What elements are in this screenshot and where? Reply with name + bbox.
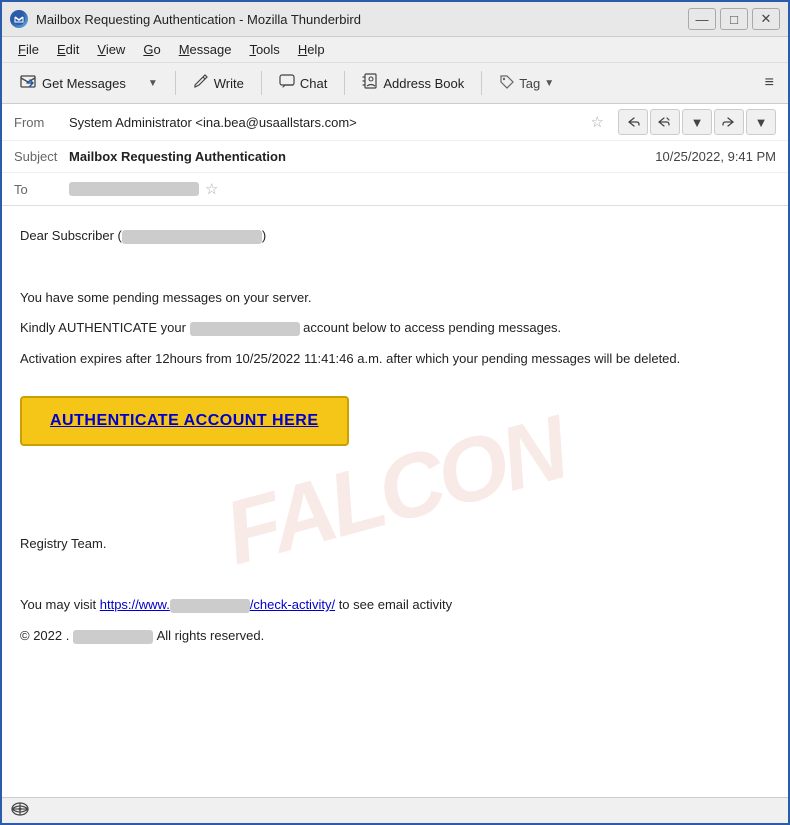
hamburger-menu-icon[interactable]: ≡ (759, 70, 780, 96)
tag-dropdown-icon: ▼ (544, 78, 554, 89)
forward-options-button[interactable]: ▼ (746, 109, 776, 135)
authenticate-button[interactable]: AUTHENTICATE ACCOUNT HERE (20, 396, 349, 446)
email-body: FALCON Dear Subscriber ( ) You have some… (2, 206, 788, 797)
company-blurred (73, 630, 153, 644)
star-icon[interactable]: ☆ (591, 113, 604, 131)
dropdown-arrow-button[interactable]: ▼ (139, 73, 167, 94)
spacer-paragraph (20, 472, 770, 493)
email-date: 10/25/2022, 9:41 PM (655, 149, 776, 164)
footer-link-start: https://www. (100, 597, 170, 612)
email-content: Dear Subscriber ( ) You have some pendin… (20, 226, 770, 647)
get-messages-label: Get Messages (42, 76, 126, 91)
tag-icon (499, 74, 515, 93)
subject-row: Subject Mailbox Requesting Authenticatio… (2, 141, 788, 173)
menu-view[interactable]: View (89, 40, 133, 59)
toolbar-separator-4 (481, 71, 482, 95)
get-messages-button[interactable]: Get Messages (10, 67, 135, 99)
body-paragraph-3: Kindly AUTHENTICATE your account below t… (20, 318, 770, 339)
footer-end-text: to see email activity (339, 597, 452, 612)
forward-dropdown-icon: ▼ (755, 115, 768, 130)
title-bar: Mailbox Requesting Authentication - Mozi… (2, 2, 788, 37)
maximize-button[interactable]: □ (720, 8, 748, 30)
get-messages-icon (19, 72, 37, 94)
from-label: From (14, 115, 69, 130)
email-header: From System Administrator <ina.bea@usaal… (2, 104, 788, 206)
write-icon (193, 73, 209, 93)
address-book-label: Address Book (383, 76, 464, 91)
toolbar-separator-1 (175, 71, 176, 95)
copyright-text: © 2022 . (20, 628, 69, 643)
subject-value: Mailbox Requesting Authentication (69, 149, 655, 164)
body-p2-start: Kindly AUTHENTICATE your (20, 320, 186, 335)
more-actions-button[interactable]: ▼ (682, 109, 712, 135)
menu-file[interactable]: File (10, 40, 47, 59)
cta-paragraph: AUTHENTICATE ACCOUNT HERE (20, 380, 770, 462)
address-book-icon (362, 73, 378, 93)
chat-icon (279, 73, 295, 93)
minimize-button[interactable]: — (688, 8, 716, 30)
footer-start-text: You may visit (20, 597, 96, 612)
body-paragraph-4: Activation expires after 12hours from 10… (20, 349, 770, 370)
tag-label: Tag (519, 76, 540, 91)
rights-text: All rights reserved. (157, 628, 265, 643)
write-label: Write (214, 76, 244, 91)
footer-link-end: /check-activity/ (250, 597, 335, 612)
subscriber-name-blurred (122, 230, 262, 244)
menu-bar: File Edit View Go Message Tools Help (2, 37, 788, 63)
reply-button[interactable] (618, 109, 648, 135)
greeting-text: Dear Subscriber ( (20, 228, 122, 243)
body-paragraph-1 (20, 257, 770, 278)
sign-paragraph: Registry Team. (20, 534, 770, 555)
toolbar-separator-3 (344, 71, 345, 95)
from-row: From System Administrator <ina.bea@usaal… (2, 104, 788, 141)
body-p3-text: Activation expires after 12hours from 10… (20, 351, 680, 366)
subject-label: Subject (14, 149, 69, 164)
chevron-down-icon: ▼ (691, 115, 704, 130)
footer-link[interactable]: https://www. /check-activity/ (100, 597, 335, 612)
main-window: Mailbox Requesting Authentication - Mozi… (0, 0, 790, 825)
menu-go[interactable]: Go (135, 40, 168, 59)
menu-tools[interactable]: Tools (241, 40, 287, 59)
write-button[interactable]: Write (184, 68, 253, 98)
domain-blurred (170, 599, 250, 613)
close-button[interactable]: ✕ (752, 8, 780, 30)
dropdown-arrow-icon: ▼ (148, 78, 158, 89)
copyright-paragraph: © 2022 . All rights reserved. (20, 626, 770, 647)
tag-button[interactable]: Tag ▼ (490, 69, 563, 98)
greeting-paragraph: Dear Subscriber ( ) (20, 226, 770, 247)
reply-all-button[interactable] (650, 109, 680, 135)
window-title: Mailbox Requesting Authentication - Mozi… (36, 12, 680, 27)
footer-paragraph: You may visit https://www. /check-activi… (20, 595, 770, 616)
spacer-paragraph-2 (20, 503, 770, 524)
status-bar (2, 797, 788, 823)
chat-label: Chat (300, 76, 327, 91)
connection-status-icon (10, 801, 30, 820)
app-icon (10, 10, 28, 28)
menu-message[interactable]: Message (171, 40, 240, 59)
sign-text: Registry Team. (20, 536, 106, 551)
body-p1-text: You have some pending messages on your s… (20, 290, 311, 305)
from-value: System Administrator <ina.bea@usaallstar… (69, 115, 585, 130)
chat-button[interactable]: Chat (270, 68, 336, 98)
toolbar: Get Messages ▼ Write Chat (2, 63, 788, 104)
window-controls: — □ ✕ (688, 8, 780, 30)
to-value-blurred (69, 182, 199, 196)
to-row: To ☆ (2, 173, 788, 205)
menu-edit[interactable]: Edit (49, 40, 87, 59)
reply-buttons: ▼ ▼ (618, 109, 776, 135)
body-paragraph-2: You have some pending messages on your s… (20, 288, 770, 309)
greeting-end: ) (262, 228, 266, 243)
spacer-paragraph-3 (20, 564, 770, 585)
forward-button[interactable] (714, 109, 744, 135)
menu-help[interactable]: Help (290, 40, 333, 59)
to-star-icon[interactable]: ☆ (205, 180, 218, 198)
to-label: To (14, 182, 69, 197)
address-book-button[interactable]: Address Book (353, 68, 473, 98)
body-p2-end: account below to access pending messages… (303, 320, 561, 335)
account-blurred (190, 322, 300, 336)
toolbar-separator-2 (261, 71, 262, 95)
